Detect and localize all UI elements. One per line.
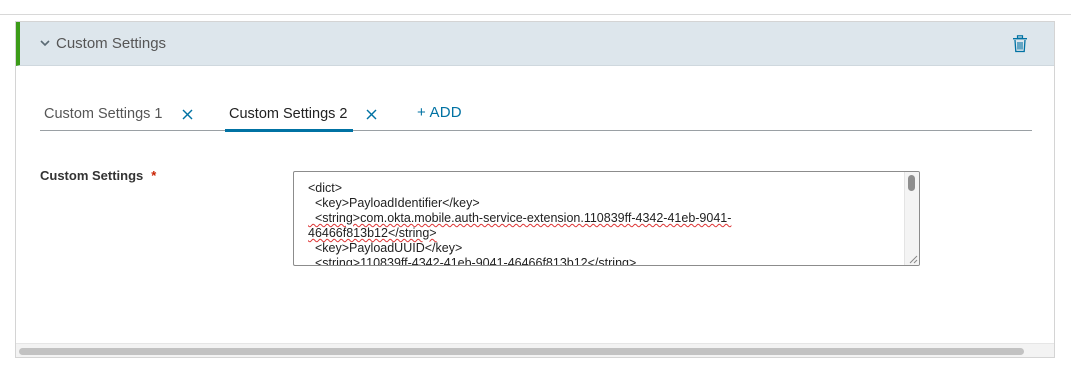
panel-header[interactable]: Custom Settings	[16, 22, 1054, 66]
top-divider	[0, 14, 1071, 15]
close-icon[interactable]	[366, 109, 377, 120]
scrollbar-thumb[interactable]	[908, 175, 915, 191]
tab-label: Custom Settings 1	[44, 106, 163, 122]
textarea-line: <key>PayloadIdentifier</key>	[308, 196, 480, 210]
tab-label: Custom Settings 2	[229, 106, 348, 122]
field-label-text: Custom Settings	[40, 168, 144, 183]
required-marker: *	[151, 168, 157, 183]
scrollbar-thumb[interactable]	[19, 348, 1024, 355]
horizontal-scrollbar[interactable]	[16, 343, 1054, 357]
resize-handle-icon[interactable]	[908, 254, 918, 264]
textarea-line: <string>com.okta.mobile.auth-service-ext…	[308, 211, 732, 225]
textarea-content: <dict> <key>PayloadIdentifier</key> <str…	[308, 181, 778, 266]
custom-settings-textarea[interactable]: <dict> <key>PayloadIdentifier</key> <str…	[293, 171, 920, 266]
tab-custom-settings-2[interactable]: Custom Settings 2	[224, 100, 377, 132]
panel-title: Custom Settings	[56, 35, 167, 52]
textarea-line: <dict>	[308, 181, 343, 195]
textarea-line: <string>110839ff-4342-41eb-9041-46466f81…	[308, 256, 637, 266]
custom-settings-label: Custom Settings *	[40, 168, 156, 183]
textarea-line: <key>PayloadUUID</key>	[308, 241, 463, 255]
chevron-down-icon[interactable]	[38, 36, 52, 50]
trash-icon[interactable]	[1012, 35, 1028, 53]
textarea-line: 46466f813b12</string>	[308, 226, 437, 240]
textarea-vertical-scrollbar[interactable]	[904, 172, 919, 265]
tab-custom-settings-1[interactable]: Custom Settings 1	[44, 100, 193, 130]
tab-bar: Custom Settings 1 Custom Settings 2 + AD…	[40, 100, 1032, 132]
close-icon[interactable]	[182, 109, 193, 120]
add-tab-button[interactable]: + ADD	[417, 100, 462, 126]
custom-settings-panel: Custom Settings Custom Settings 1 Custom…	[15, 21, 1055, 358]
